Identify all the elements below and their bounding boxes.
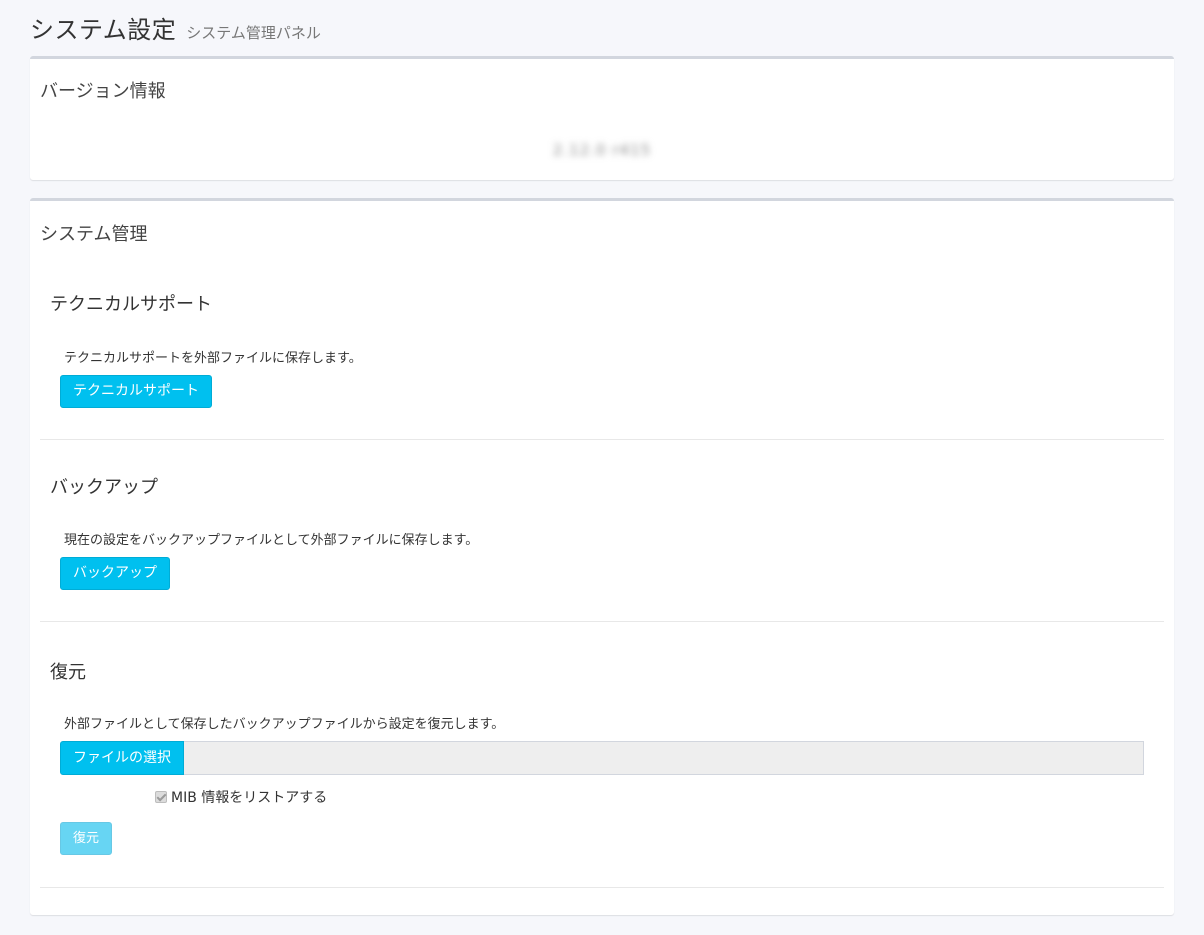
backup-button[interactable]: バックアップ: [60, 557, 170, 590]
mib-restore-label: MIB 情報をリストアする: [171, 790, 328, 806]
backup-section: バックアップ 現在の設定をバックアップファイルとして外部ファイルに保存します。 …: [40, 439, 1164, 622]
technical-support-description: テクニカルサポートを外部ファイルに保存します。: [64, 351, 362, 366]
version-info-card: バージョン情報 2.12.0 r415: [30, 56, 1174, 180]
technical-support-section: テクニカルサポート テクニカルサポートを外部ファイルに保存します。 テクニカルサ…: [40, 271, 1164, 440]
mib-restore-checkbox[interactable]: [155, 791, 167, 803]
technical-support-title: テクニカルサポート: [50, 294, 212, 315]
file-picker: ファイルの選択: [60, 741, 1144, 775]
technical-support-button[interactable]: テクニカルサポート: [60, 375, 212, 408]
restore-button[interactable]: 復元: [60, 822, 113, 855]
restore-description: 外部ファイルとして保存したバックアップファイルから設定を復元します。: [64, 717, 505, 732]
version-info-title: バージョン情報: [40, 81, 166, 102]
backup-description: 現在の設定をバックアップファイルとして外部ファイルに保存します。: [64, 533, 479, 548]
choose-file-button[interactable]: ファイルの選択: [60, 741, 184, 775]
page-title: システム設定: [30, 16, 177, 44]
restore-title: 復元: [50, 662, 86, 683]
backup-title: バックアップ: [50, 477, 158, 498]
restore-section: 復元 外部ファイルとして保存したバックアップファイルから設定を復元します。 ファ…: [40, 621, 1164, 888]
page-subtitle: システム管理パネル: [186, 24, 321, 42]
selected-file-display[interactable]: [184, 741, 1144, 775]
page-header: システム設定 システム管理パネル: [30, 10, 321, 44]
system-management-title: システム管理: [40, 224, 148, 245]
system-management-card: システム管理 テクニカルサポート テクニカルサポートを外部ファイルに保存します。…: [30, 198, 1174, 915]
mib-restore-option[interactable]: MIB 情報をリストアする: [155, 787, 327, 807]
version-value: 2.12.0 r415: [552, 141, 652, 159]
